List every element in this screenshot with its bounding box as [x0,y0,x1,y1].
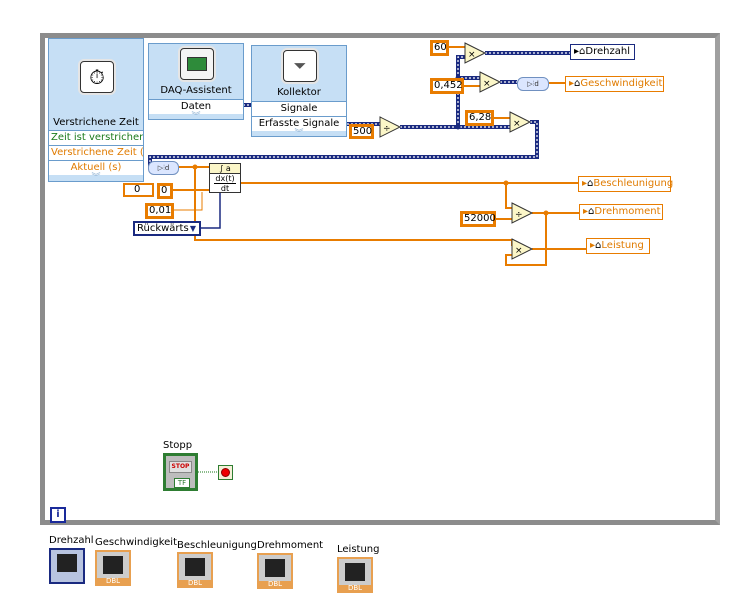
integral-label: ∫ a [210,164,240,174]
svg-text:÷: ÷ [515,210,523,220]
multiply-628: × [509,111,532,133]
indicator-beschleunigung[interactable]: ▸⌂Beschleunigung [578,176,673,192]
block-diagram: × × × ÷ ÷ × ⏱ Verstrichene Zeit Zeit ist… [0,0,754,614]
waveform-chart-icon[interactable]: DBL [177,552,213,588]
multiply-60: × [464,42,487,64]
waveform-chart-icon[interactable] [49,548,85,584]
expand-chevron-icon[interactable]: ︾ [49,173,143,183]
expand-chevron-icon[interactable]: ︾ [252,129,346,139]
svg-text:÷: ÷ [383,124,391,134]
terminal-label: Drehmoment [257,540,324,551]
svg-text:×: × [483,79,491,89]
loop-condition-terminal[interactable] [218,465,233,480]
stop-button-terminal[interactable]: STOP TF [163,453,198,491]
stop-button-text: STOP [169,461,192,473]
constant-500[interactable]: 500 [349,124,374,139]
from-dynamic-data-icon[interactable]: ▷⫶ⅾ [517,77,549,91]
fraction-bottom: dt [220,184,230,193]
elapsed-time-node[interactable]: ⏱ Verstrichene Zeit Zeit ist verstrichen… [48,38,144,183]
node-label: Kollektor [277,87,321,98]
waveform-chart-icon[interactable]: DBL [95,550,131,586]
collector-node[interactable]: ⏷ Kollektor Signale Erfasste Signale ︾ [251,45,347,139]
waveform-chart-icon[interactable]: DBL [257,553,293,589]
constant-628[interactable]: 6,28 [465,110,494,126]
svg-text:×: × [515,246,523,256]
multiply-leistung: × [511,238,534,260]
dropdown-arrow-icon[interactable]: ▼ [190,223,196,234]
terminal-label: Beschleunigung [177,540,257,551]
svg-text:×: × [513,119,521,129]
fraction-top: dx(t) [214,174,236,184]
indicator-geschwindigkeit[interactable]: ▸⌂Geschwindigkeit [565,76,664,92]
node-label: DAQ-Assistent [160,85,232,96]
terminal-label: Leistung [337,544,380,555]
constant-0[interactable]: 0 [157,183,173,199]
stopwatch-icon: ⏱ [80,61,114,93]
constant-52000[interactable]: 52000 [460,211,496,227]
daq-card-icon [180,48,214,80]
funnel-icon: ⏷ [283,50,317,82]
daq-assistant-node[interactable]: DAQ-Assistent Daten ︾ [148,43,244,122]
divide-52000: ÷ [511,202,534,224]
indicator-drehzahl[interactable]: ▸⌂Drehzahl [570,44,635,60]
input-signals[interactable]: Signale [252,101,346,116]
waveform-chart-icon[interactable]: DBL [337,557,373,593]
stop-label: Stopp [163,440,193,451]
output-elapsed-time[interactable]: Verstrichene Zeit ( [49,145,143,160]
direction-enum[interactable]: Rückwärts ▼ [133,221,201,236]
control-initial-value[interactable]: 0 [123,183,154,197]
constant-001[interactable]: 0,01 [145,203,174,219]
divide-500: ÷ [379,116,402,138]
indicator-leistung[interactable]: ▸⌂Leistung [586,238,650,254]
iteration-terminal: i [50,507,66,523]
boolean-type-label: TF [174,478,190,488]
expand-chevron-icon[interactable]: ︾ [149,112,243,122]
enum-value: Rückwärts [137,223,189,234]
from-dynamic-data-icon[interactable]: ▷⫶ⅾ [148,161,179,175]
svg-text:×: × [468,50,476,60]
constant-60[interactable]: 60 [430,40,449,56]
indicator-drehmoment[interactable]: ▸⌂Drehmoment [579,204,663,220]
output-time-elapsed[interactable]: Zeit ist verstrichen [49,130,143,145]
node-label: Verstrichene Zeit [53,117,139,128]
multiply-0452: × [479,71,502,93]
terminal-label: Geschwindigkeit [95,537,178,548]
constant-0452[interactable]: 0,452 [430,78,464,94]
terminal-label: Drehzahl [49,535,94,546]
derivative-node[interactable]: ∫ a dx(t) dt [209,163,241,193]
